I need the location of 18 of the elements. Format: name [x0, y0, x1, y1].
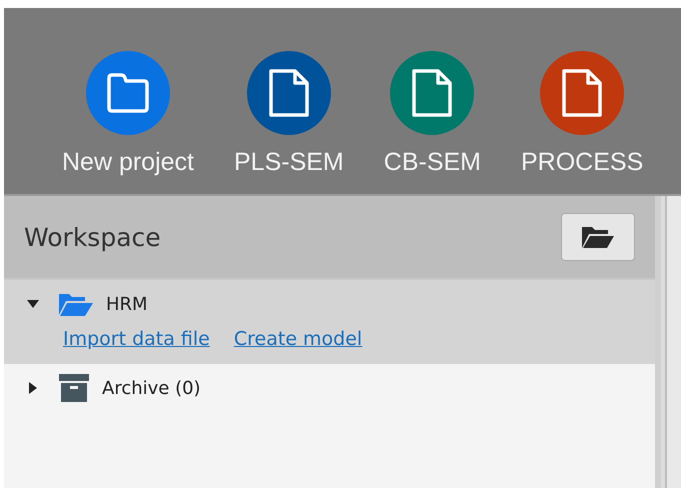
tree-item-label: Archive (0)	[102, 378, 201, 398]
tree-item[interactable]: HRM Import data file Create model	[4, 280, 655, 364]
document-icon	[412, 69, 452, 117]
toolbar-button-label: New project	[62, 148, 194, 177]
toolbar-button-label: CB-SEM	[384, 148, 481, 177]
panel-title: Workspace	[24, 222, 161, 252]
open-folder-button[interactable]	[561, 213, 635, 261]
document-icon	[268, 69, 309, 117]
link[interactable]: Import data file	[63, 328, 210, 350]
folder-icon	[106, 73, 150, 113]
folder-icon	[581, 225, 615, 249]
tree-item-label: HRM	[106, 294, 148, 314]
folder-icon	[58, 291, 94, 317]
toolbar-button-label: PROCESS	[521, 148, 644, 177]
document-icon	[562, 69, 602, 117]
archive-box-icon	[58, 373, 90, 403]
toolbar-button-label: PLS-SEM	[234, 148, 344, 177]
link[interactable]: Create model	[234, 328, 362, 350]
